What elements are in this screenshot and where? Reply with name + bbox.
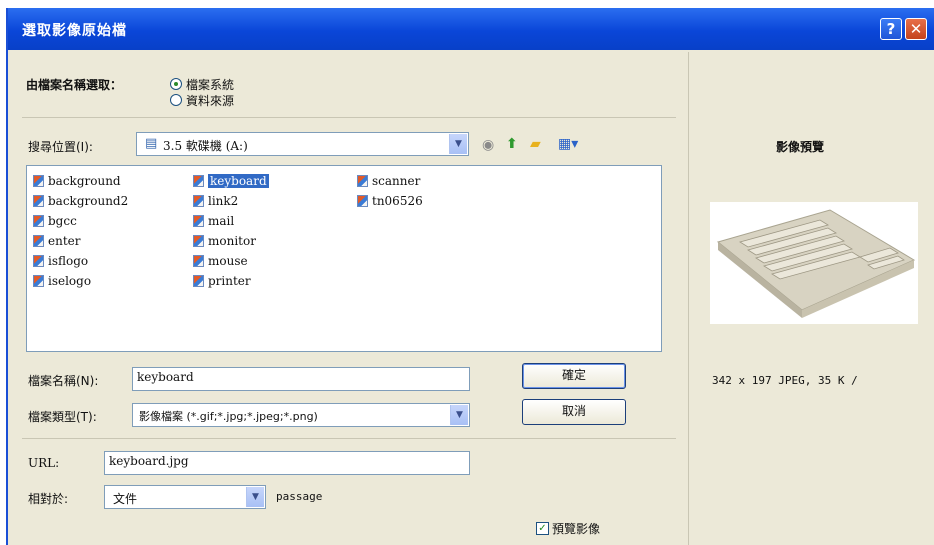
title-bar[interactable]: 選取影像原始檔 ? ✕ (8, 8, 934, 50)
file-item-mouse[interactable]: mouse (193, 252, 248, 270)
image-file-icon (193, 215, 204, 227)
radio-data-source-label[interactable]: 資料來源 (186, 92, 234, 109)
preview-image (710, 202, 918, 324)
filetype-label: 檔案類型(T): (28, 410, 97, 424)
image-file-icon (33, 255, 44, 267)
keyboard-image (716, 209, 916, 318)
relative-label: 相對於: (28, 492, 69, 506)
divider (22, 117, 676, 118)
image-file-icon (33, 235, 44, 247)
file-item-printer[interactable]: printer (193, 272, 251, 290)
file-item-enter[interactable]: enter (33, 232, 81, 250)
image-file-icon (193, 275, 204, 287)
image-file-icon (193, 255, 204, 267)
file-item-monitor[interactable]: monitor (193, 232, 256, 250)
relative-value: 文件 (113, 492, 138, 506)
file-item-link2[interactable]: link2 (193, 192, 238, 210)
preview-divider (688, 52, 689, 545)
look-in-dropdown[interactable]: ▤ 3.5 軟碟機 (A:) ▼ (136, 132, 469, 156)
preview-title: 影像預覽 (776, 140, 825, 154)
relative-dropdown[interactable]: 文件 ▼ (104, 485, 266, 509)
url-input[interactable]: keyboard.jpg (104, 451, 470, 475)
file-list[interactable]: background background2 bgcc enter isflog… (26, 165, 662, 352)
look-in-value: 3.5 軟碟機 (A:) (163, 139, 248, 153)
image-file-icon (357, 195, 368, 207)
file-item-scanner[interactable]: scanner (357, 172, 420, 190)
radio-data-source[interactable] (170, 94, 182, 106)
file-item-keyboard[interactable]: keyboard (193, 172, 269, 190)
image-file-icon (193, 175, 204, 187)
floppy-drive-icon: ▤ (145, 136, 158, 151)
look-in-label: 搜尋位置(I): (28, 140, 93, 154)
divider (22, 438, 676, 439)
dialog-window: 選取影像原始檔 ? ✕ 由檔案名稱選取： 檔案系統 資料來源 搜尋位置(I): … (6, 8, 934, 545)
up-folder-icon[interactable]: ⬆ (506, 135, 518, 153)
close-button[interactable]: ✕ (905, 18, 927, 40)
source-label: 由檔案名稱選取： (26, 78, 123, 92)
back-icon[interactable]: ◉ (482, 136, 494, 154)
file-item-mail[interactable]: mail (193, 212, 234, 230)
file-item-bgcc[interactable]: bgcc (33, 212, 77, 230)
image-file-icon (193, 235, 204, 247)
image-file-icon (33, 175, 44, 187)
radio-file-system[interactable] (170, 78, 182, 90)
image-file-icon (357, 175, 368, 187)
cancel-button[interactable]: 取消 (522, 399, 626, 425)
radio-file-system-label[interactable]: 檔案系統 (186, 76, 234, 93)
image-file-icon (193, 195, 204, 207)
file-item-background[interactable]: background (33, 172, 121, 190)
ok-button[interactable]: 確定 (522, 363, 626, 389)
chevron-down-icon[interactable]: ▼ (450, 405, 468, 425)
dialog-title: 選取影像原始檔 (22, 23, 127, 39)
chevron-down-icon[interactable]: ▼ (449, 134, 467, 154)
file-item-tn06526[interactable]: tn06526 (357, 192, 423, 210)
filename-label: 檔案名稱(N): (28, 374, 99, 388)
view-menu-icon[interactable]: ▦▾ (558, 135, 578, 153)
file-item-isflogo[interactable]: isflogo (33, 252, 88, 270)
file-item-background2[interactable]: background2 (33, 192, 128, 210)
preview-checkbox[interactable]: ✓ (536, 522, 549, 535)
new-folder-icon[interactable]: ▰ (530, 135, 541, 153)
filetype-value: 影像檔案 (*.gif;*.jpg;*.jpeg;*.png) (139, 410, 318, 423)
file-item-iselogo[interactable]: iselogo (33, 272, 91, 290)
image-file-icon (33, 275, 44, 287)
relative-note: passage (276, 490, 323, 503)
chevron-down-icon[interactable]: ▼ (246, 487, 264, 507)
image-file-icon (33, 195, 44, 207)
preview-info: 342 x 197 JPEG, 35 K / (712, 374, 858, 387)
image-file-icon (33, 215, 44, 227)
url-label: URL: (28, 456, 60, 470)
filename-input[interactable]: keyboard (132, 367, 470, 391)
help-button[interactable]: ? (880, 18, 902, 40)
preview-checkbox-label[interactable]: 預覽影像 (552, 520, 600, 537)
filetype-dropdown[interactable]: 影像檔案 (*.gif;*.jpg;*.jpeg;*.png) ▼ (132, 403, 470, 427)
